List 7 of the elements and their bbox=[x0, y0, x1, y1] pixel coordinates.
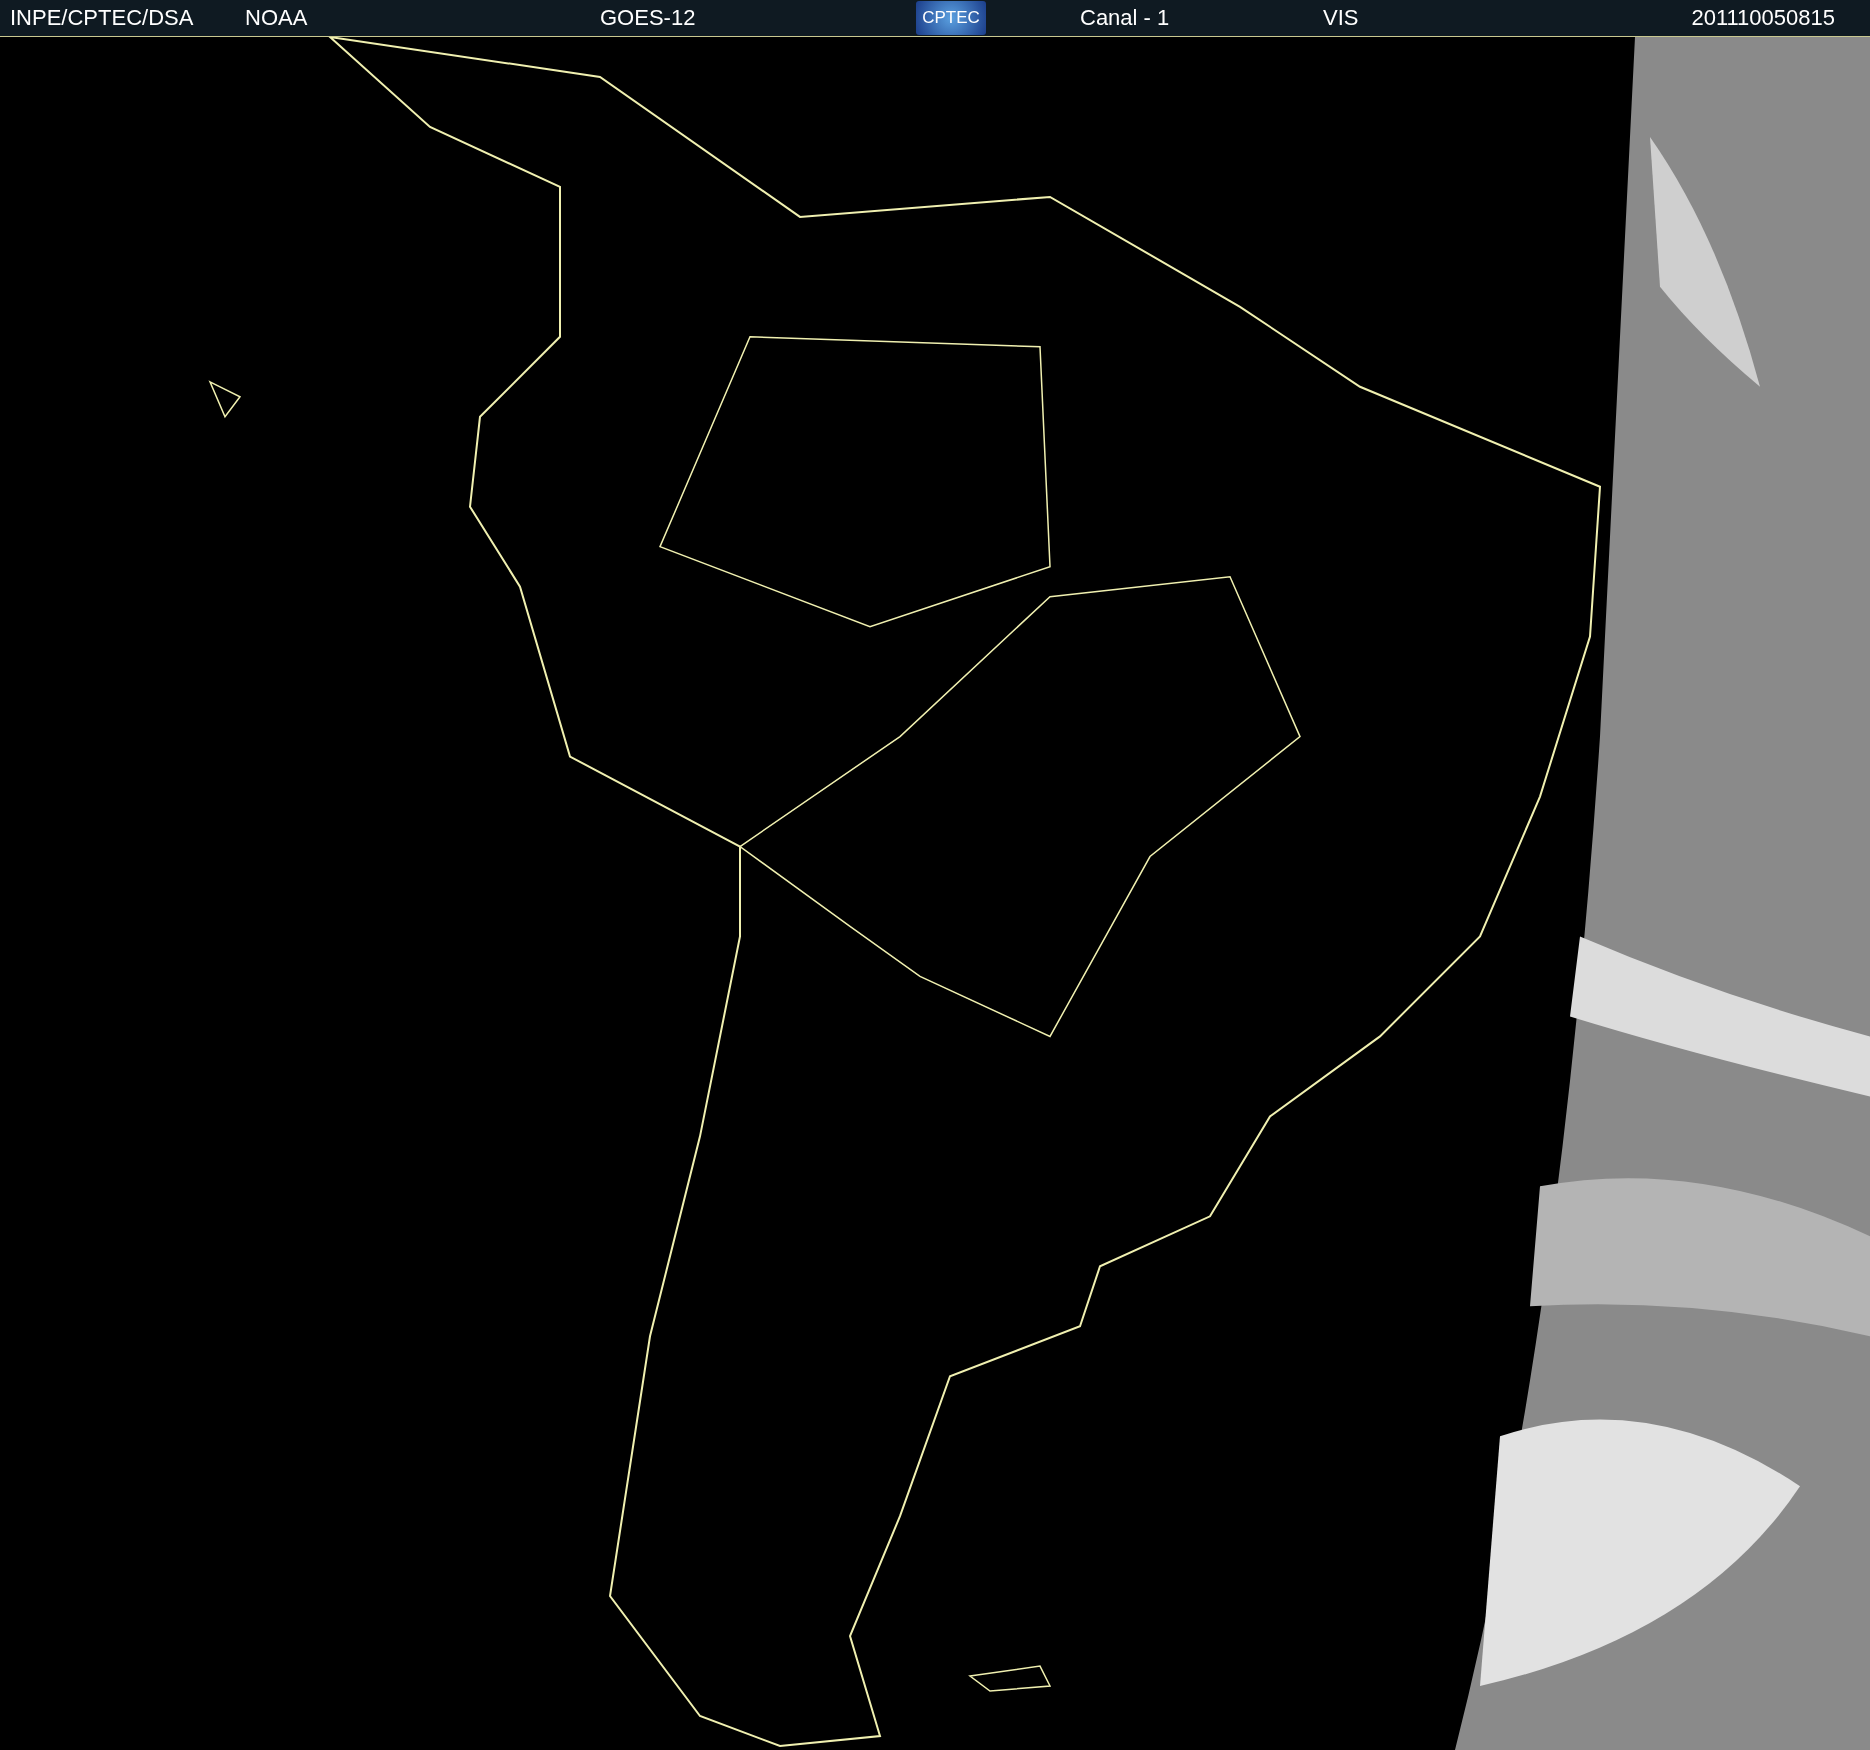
header-label: 201110050815 bbox=[1691, 6, 1835, 30]
header-label: INPE/CPTEC/DSA bbox=[10, 6, 194, 30]
header-label: Canal - 1 bbox=[1080, 6, 1170, 30]
cptec-logo: CPTEC bbox=[916, 1, 986, 35]
header-label: NOAA bbox=[245, 6, 308, 30]
header-label: GOES-12 bbox=[600, 6, 696, 30]
header-label: VIS bbox=[1323, 6, 1359, 30]
